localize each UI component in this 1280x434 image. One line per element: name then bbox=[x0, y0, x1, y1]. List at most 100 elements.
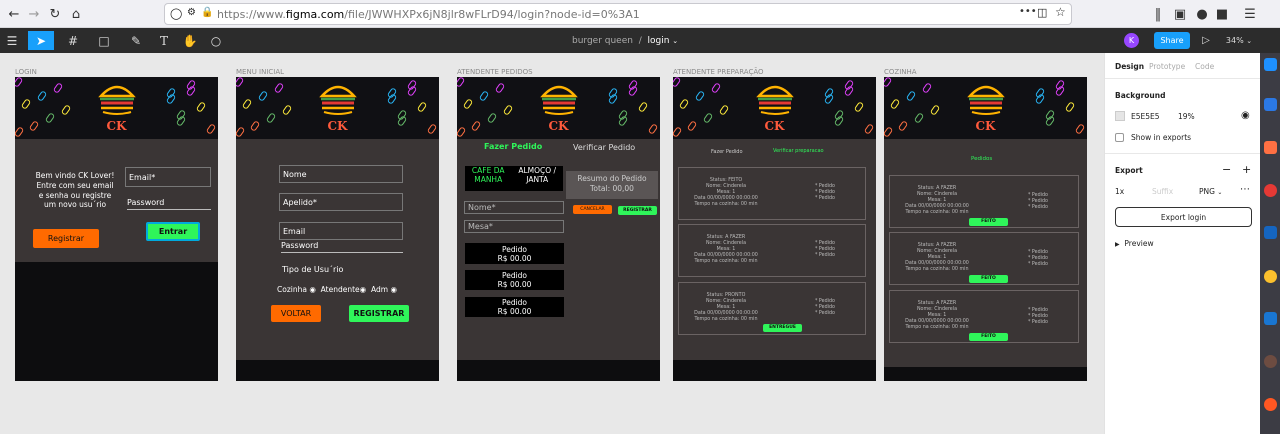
app-icon-1[interactable] bbox=[1264, 58, 1277, 71]
order-item[interactable]: Pedido R$ 00.00 bbox=[465, 270, 564, 290]
register-button[interactable]: REGISTRAR bbox=[618, 206, 657, 215]
page-actions-icon[interactable]: ••• bbox=[1019, 6, 1037, 17]
frame-label-atendente[interactable]: ATENDENTE PEDIDOS bbox=[457, 68, 533, 76]
avatar[interactable]: K bbox=[1124, 33, 1139, 48]
app-icon-2[interactable] bbox=[1264, 98, 1277, 111]
plus-icon[interactable]: + bbox=[1242, 163, 1251, 176]
order-item[interactable]: Pedido R$ 00.00 bbox=[465, 297, 564, 317]
bg-opacity-input[interactable]: 19% bbox=[1178, 112, 1195, 121]
register-button[interactable]: Registrar bbox=[33, 229, 99, 248]
hand-tool-icon[interactable]: ✋ bbox=[182, 31, 198, 50]
file-breadcrumb[interactable]: burger queen / login ⌄ bbox=[572, 31, 702, 50]
move-tool-icon[interactable]: ➤ bbox=[28, 31, 54, 50]
show-exports-checkbox[interactable] bbox=[1115, 133, 1124, 142]
tab-verificar-pedido[interactable]: Verificar Pedido bbox=[573, 143, 635, 152]
app-icon-3[interactable] bbox=[1264, 141, 1277, 154]
option-cozinha[interactable]: Cozinha bbox=[277, 285, 307, 294]
radio-icon[interactable]: ◉ bbox=[309, 285, 316, 294]
export-scale[interactable]: 1x bbox=[1115, 187, 1124, 196]
frame-cozinha[interactable]: CK Pedidos Status: A FAZER Nome: Cinderel… bbox=[884, 77, 1087, 381]
back-icon[interactable]: ← bbox=[4, 4, 24, 24]
frame-label-cozinha[interactable]: COZINHA bbox=[884, 68, 917, 76]
export-button[interactable]: Export login bbox=[1115, 207, 1252, 227]
account-icon[interactable]: ● bbox=[1192, 4, 1212, 24]
tab-verificar-preparacao[interactable]: Verificar preparacao bbox=[773, 148, 824, 154]
forward-icon[interactable]: → bbox=[24, 4, 44, 24]
library-icon[interactable]: ‖ bbox=[1148, 4, 1168, 24]
eye-icon[interactable]: ◉ bbox=[1241, 110, 1250, 121]
radio-icon[interactable]: ◉ bbox=[390, 285, 397, 294]
file-name[interactable]: burger queen bbox=[572, 36, 633, 46]
export-format[interactable]: PNG ⌄ bbox=[1199, 187, 1222, 196]
canvas[interactable]: LOGIN MENU INICIAL ATENDENTE PEDIDOS ATE… bbox=[0, 53, 1104, 434]
comment-tool-icon[interactable]: ○ bbox=[208, 31, 224, 50]
share-button[interactable]: Share bbox=[1154, 32, 1190, 49]
order-card[interactable]: Status: PRONTO Nome: Cinderela Mesa: 1 Data… bbox=[678, 282, 866, 335]
frame-tool-icon[interactable]: # bbox=[62, 31, 84, 50]
nickname-field[interactable]: Apelido* bbox=[279, 193, 403, 211]
zoom-level[interactable]: 34% ⌄ bbox=[1222, 31, 1256, 50]
chevron-down-icon[interactable]: ⌄ bbox=[672, 37, 678, 45]
category-breakfast[interactable]: CAFE DA MANHA bbox=[472, 166, 505, 191]
extension-icon[interactable]: ■ bbox=[1212, 4, 1232, 24]
minus-icon[interactable]: − bbox=[1222, 163, 1231, 176]
frame-label-preparacao[interactable]: ATENDENTE PREPARAÇÃO bbox=[673, 68, 764, 76]
back-button[interactable]: VOLTAR bbox=[271, 305, 321, 322]
password-field[interactable]: Password bbox=[127, 198, 211, 210]
kitchen-card[interactable]: Status: A FAZER Nome: Cinderela Mesa: 1 Dat… bbox=[889, 290, 1079, 343]
text-tool-icon[interactable]: T bbox=[156, 31, 172, 50]
app-icon-8[interactable] bbox=[1264, 355, 1277, 368]
tab-code[interactable]: Code bbox=[1195, 62, 1214, 71]
kitchen-card[interactable]: Status: A FAZER Nome: Cinderela Mesa: 1 Dat… bbox=[889, 232, 1079, 285]
play-icon[interactable]: ▷ bbox=[1198, 31, 1214, 50]
option-adm[interactable]: Adm bbox=[371, 285, 388, 294]
tab-fazer-pedido[interactable]: Fazer Pedido bbox=[484, 142, 542, 151]
shield-icon[interactable]: ◯ bbox=[170, 7, 182, 20]
app-icon-6[interactable] bbox=[1264, 270, 1277, 283]
reader-icon[interactable]: ▣ bbox=[1170, 4, 1190, 24]
table-field[interactable]: Mesa* bbox=[464, 220, 564, 233]
frame-menu-inicial[interactable]: CK Nome Apelido* Email Password Tipo de … bbox=[236, 77, 439, 381]
home-icon[interactable]: ⌂ bbox=[66, 4, 86, 24]
frame-label-menu[interactable]: MENU INICIAL bbox=[236, 68, 284, 76]
register-button[interactable]: REGISTRAR bbox=[349, 305, 409, 322]
frame-login[interactable]: CK Bem vindo CK Lover! Entre com seu ema… bbox=[15, 77, 218, 381]
app-icon-7[interactable] bbox=[1264, 312, 1277, 325]
email-field[interactable]: Email bbox=[279, 222, 403, 240]
order-card[interactable]: Status: A FAZER Nome: Cinderela Mesa: 1 Dat… bbox=[678, 224, 866, 277]
color-swatch[interactable] bbox=[1115, 111, 1125, 121]
radio-icon[interactable]: ◉ bbox=[360, 285, 367, 294]
site-info-icon[interactable]: ⚙ bbox=[187, 7, 196, 18]
name-field[interactable]: Nome* bbox=[464, 201, 564, 214]
bookmark-icon[interactable]: ☆ bbox=[1055, 5, 1066, 19]
category-lunch[interactable]: ALMOÇO / JANTA bbox=[518, 166, 556, 191]
option-atendente[interactable]: Atendente bbox=[321, 285, 360, 294]
tab-fazer-pedido[interactable]: Fazer Pedido bbox=[711, 149, 743, 155]
page-name[interactable]: login bbox=[647, 36, 669, 46]
app-icon-5[interactable] bbox=[1264, 226, 1277, 239]
main-menu-icon[interactable]: ☰ bbox=[4, 31, 20, 50]
deliver-button[interactable]: ENTREGUE bbox=[763, 324, 802, 332]
done-button[interactable]: FEITO bbox=[969, 333, 1008, 341]
order-card[interactable]: Status: FEITO Nome: Cinderela Mesa: 1 Data … bbox=[678, 167, 866, 220]
app-icon-9[interactable] bbox=[1264, 398, 1277, 411]
order-item[interactable]: Pedido R$ 00.00 bbox=[465, 243, 564, 264]
frame-atendente-preparacao[interactable]: CK Fazer Pedido Verificar preparacao Sta… bbox=[673, 77, 876, 381]
enter-button[interactable]: Entrar bbox=[146, 222, 200, 241]
menu-icon[interactable]: ☰ bbox=[1240, 4, 1260, 24]
lock-icon[interactable]: 🔒 bbox=[201, 7, 213, 18]
pen-tool-icon[interactable]: ✎ bbox=[125, 31, 147, 50]
reload-icon[interactable]: ↻ bbox=[45, 4, 65, 24]
shape-tool-icon[interactable]: □ bbox=[93, 31, 115, 50]
email-field[interactable]: Email* bbox=[125, 167, 211, 187]
cancel-button[interactable]: CANCELAR bbox=[573, 205, 612, 214]
app-icon-4[interactable] bbox=[1264, 184, 1277, 197]
frame-label-login[interactable]: LOGIN bbox=[15, 68, 37, 76]
pocket-icon[interactable]: ◫ bbox=[1037, 6, 1047, 19]
more-options-icon[interactable]: ⋯ bbox=[1240, 184, 1250, 195]
kitchen-card[interactable]: Status: A FAZER Nome: Cinderela Mesa: 1 Dat… bbox=[889, 175, 1079, 228]
tab-prototype[interactable]: Prototype bbox=[1149, 62, 1185, 71]
password-field[interactable]: Password bbox=[281, 241, 403, 253]
preview-toggle[interactable]: ▶ Preview bbox=[1115, 239, 1154, 248]
frame-atendente-pedidos[interactable]: CK Fazer Pedido Verificar Pedido CAFE DA… bbox=[457, 77, 660, 381]
